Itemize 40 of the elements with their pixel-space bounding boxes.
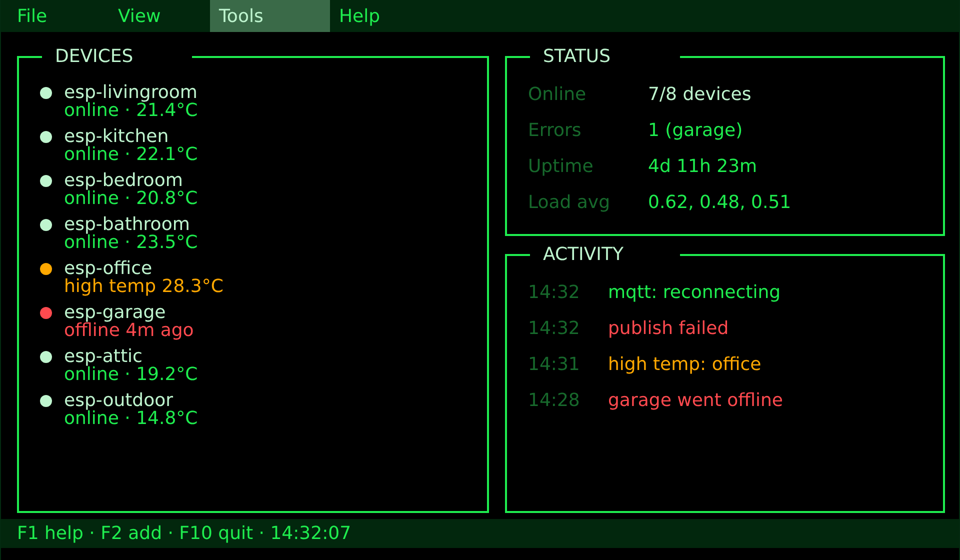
device-status: online · 23.5°C <box>64 234 199 252</box>
device-name: esp-attic <box>64 348 142 366</box>
menu-item[interactable]: Help <box>330 0 431 32</box>
log-message: publish failed <box>608 318 730 340</box>
log-time: 14:28 <box>528 390 581 412</box>
status-label: Online <box>528 84 588 106</box>
device-status: online · 20.8°C <box>64 190 199 208</box>
device-status: offline 4m ago <box>64 322 195 340</box>
status-label: Load avg <box>528 192 612 214</box>
log-message: high temp: office <box>608 354 762 376</box>
device-name: esp-garage <box>64 304 167 322</box>
log-time: 14:31 <box>528 354 581 376</box>
log-message: garage went offline <box>608 390 784 412</box>
status-value: 0.62, 0.48, 0.51 <box>648 192 792 214</box>
panel-title: DEVICES <box>54 46 134 68</box>
device-name: esp-kitchen <box>64 128 169 146</box>
status-value: 4d 11h 23m <box>648 156 758 178</box>
status-value: 7/8 devices <box>648 84 752 106</box>
status-label: Uptime <box>528 156 594 178</box>
device-name: esp-outdoor <box>64 392 174 410</box>
menu-item[interactable]: File <box>8 0 109 32</box>
device-status: high temp 28.3°C <box>64 278 224 296</box>
status-bar: F1 help · F2 add · F10 quit · 14:32:07 <box>1 519 959 548</box>
device-name: esp-office <box>64 260 154 278</box>
device-status: online · 14.8°C <box>64 410 199 428</box>
log-message: mqtt: reconnecting <box>608 282 782 304</box>
status-value: 1 (garage) <box>648 120 744 142</box>
device-name: esp-bedroom <box>64 172 183 190</box>
menu-item[interactable]: View <box>109 0 210 32</box>
status-label: Errors <box>528 120 582 142</box>
log-time: 14:32 <box>528 282 581 304</box>
device-status: online · 19.2°C <box>64 366 199 384</box>
menu-item[interactable]: Tools <box>210 0 330 32</box>
device-name: esp-bathroom <box>64 216 190 234</box>
panel-title: ACTIVITY <box>542 244 624 266</box>
log-time: 14:32 <box>528 318 581 340</box>
device-name: esp-livingroom <box>64 84 198 102</box>
device-status: online · 21.4°C <box>64 102 199 120</box>
device-status: online · 22.1°C <box>64 146 199 164</box>
panel-title: STATUS <box>542 46 612 68</box>
